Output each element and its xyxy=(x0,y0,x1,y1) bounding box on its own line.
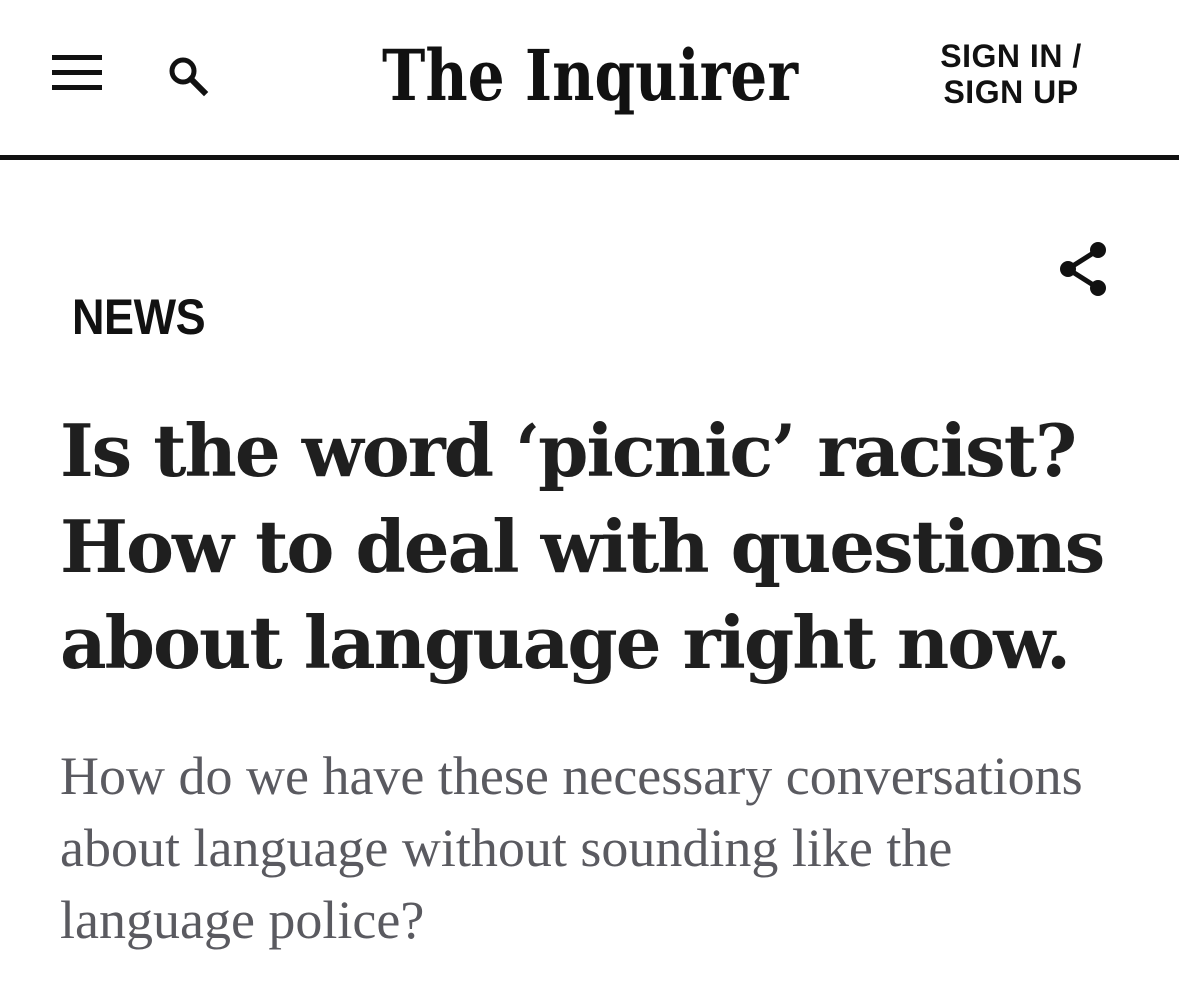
article-subheadline: How do we have these necessary conversat… xyxy=(60,746,1083,950)
site-logo[interactable]: The Inquirer xyxy=(376,28,806,128)
share-icon[interactable] xyxy=(1052,238,1114,300)
hamburger-menu-icon[interactable] xyxy=(52,52,104,92)
sign-in-label: SIGN IN / xyxy=(940,38,1082,74)
search-icon[interactable] xyxy=(166,54,210,98)
sign-in-sign-up-link[interactable]: SIGN IN / SIGN UP xyxy=(906,38,1116,110)
logo-text: The Inquirer xyxy=(382,34,799,117)
sign-up-label: SIGN UP xyxy=(943,74,1079,110)
article-headline: Is the word ‘picnic’ racist? How to deal… xyxy=(60,408,1105,685)
section-label-news[interactable]: NEWS xyxy=(72,287,206,347)
site-header: The Inquirer SIGN IN / SIGN UP xyxy=(0,0,1179,160)
